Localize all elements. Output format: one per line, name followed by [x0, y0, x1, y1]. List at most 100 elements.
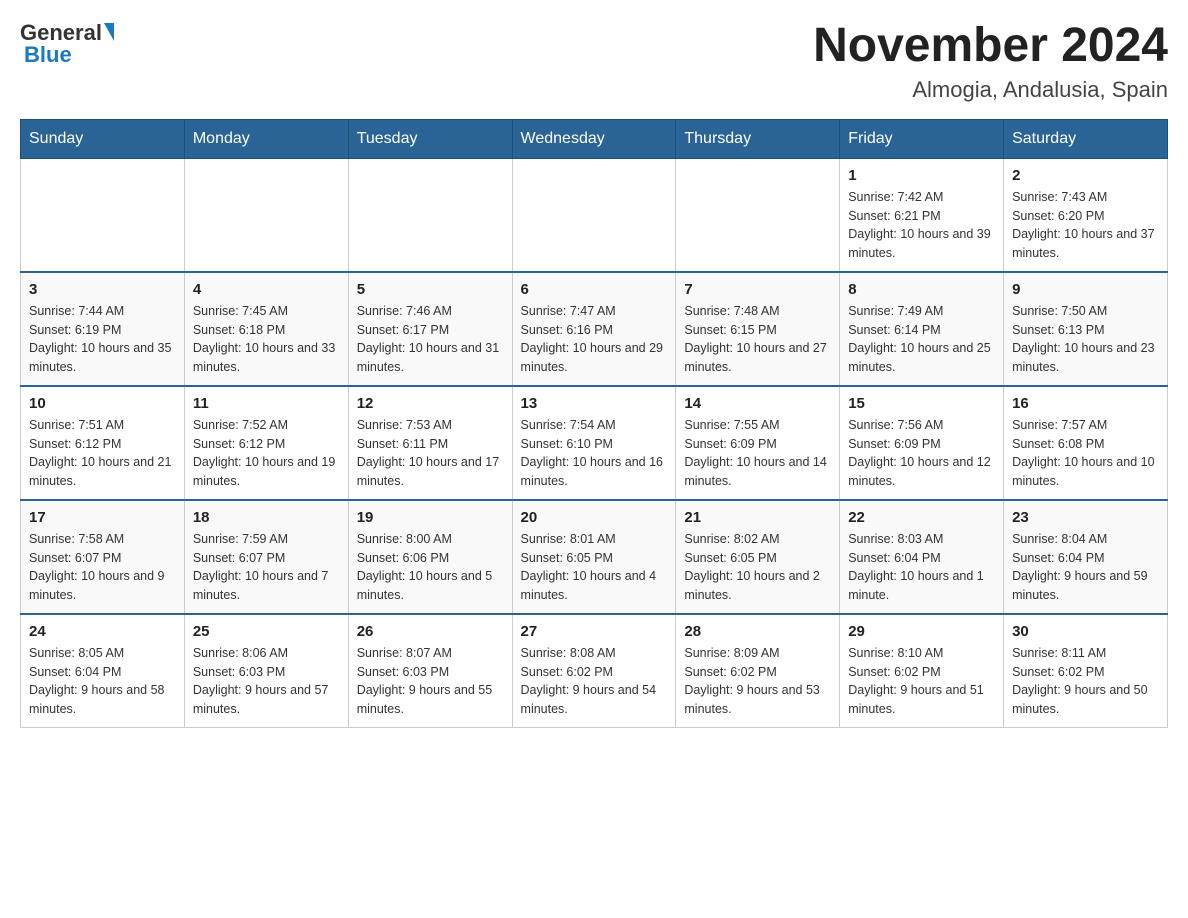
- calendar-cell: 26 Sunrise: 8:07 AMSunset: 6:03 PMDayligh…: [348, 614, 512, 728]
- calendar-cell: 4Sunrise: 7:45 AMSunset: 6:18 PMDaylight…: [184, 272, 348, 386]
- day-number: 12: [357, 395, 504, 412]
- day-number: 10: [29, 395, 176, 412]
- day-info: Sunrise: 8:11 AMSunset: 6:02 PMDaylight:…: [1012, 644, 1159, 719]
- day-info: Sunrise: 7:45 AMSunset: 6:18 PMDaylight:…: [193, 302, 340, 377]
- calendar-cell: 15 Sunrise: 7:56 AMSunset: 6:09 PMDayligh…: [840, 386, 1004, 500]
- day-info: Sunrise: 7:53 AMSunset: 6:11 PMDaylight:…: [357, 416, 504, 491]
- calendar-cell: [676, 158, 840, 272]
- day-number: 13: [521, 395, 668, 412]
- day-info: Sunrise: 7:54 AMSunset: 6:10 PMDaylight:…: [521, 416, 668, 491]
- day-info: Sunrise: 8:04 AMSunset: 6:04 PMDaylight:…: [1012, 530, 1159, 605]
- calendar-cell: 8 Sunrise: 7:49 AMSunset: 6:14 PMDaylight…: [840, 272, 1004, 386]
- day-number: 17: [29, 509, 176, 526]
- day-number: 7: [684, 281, 831, 298]
- day-number: 3: [29, 281, 176, 298]
- day-number: 20: [521, 509, 668, 526]
- day-info: Sunrise: 7:52 AMSunset: 6:12 PMDaylight:…: [193, 416, 340, 491]
- calendar-cell: 1Sunrise: 7:42 AMSunset: 6:21 PMDaylight…: [840, 158, 1004, 272]
- day-info: Sunrise: 7:46 AMSunset: 6:17 PMDaylight:…: [357, 302, 504, 377]
- location: Almogia, Andalusia, Spain: [813, 77, 1168, 103]
- calendar-cell: 11 Sunrise: 7:52 AMSunset: 6:12 PMDayligh…: [184, 386, 348, 500]
- day-number: 28: [684, 623, 831, 640]
- day-number: 23: [1012, 509, 1159, 526]
- day-info: Sunrise: 8:00 AMSunset: 6:06 PMDaylight:…: [357, 530, 504, 605]
- calendar-cell: 10 Sunrise: 7:51 AMSunset: 6:12 PMDayligh…: [21, 386, 185, 500]
- calendar-cell: 22 Sunrise: 8:03 AMSunset: 6:04 PMDayligh…: [840, 500, 1004, 614]
- day-info: Sunrise: 8:07 AMSunset: 6:03 PMDaylight:…: [357, 644, 504, 719]
- day-number: 11: [193, 395, 340, 412]
- column-header-wednesday: Wednesday: [512, 119, 676, 158]
- day-number: 6: [521, 281, 668, 298]
- day-number: 21: [684, 509, 831, 526]
- page-header: General Blue November 2024 Almogia, Anda…: [20, 20, 1168, 103]
- calendar-cell: 30 Sunrise: 8:11 AMSunset: 6:02 PMDayligh…: [1004, 614, 1168, 728]
- calendar-cell: 13 Sunrise: 7:54 AMSunset: 6:10 PMDayligh…: [512, 386, 676, 500]
- day-number: 25: [193, 623, 340, 640]
- calendar-cell: 12 Sunrise: 7:53 AMSunset: 6:11 PMDayligh…: [348, 386, 512, 500]
- day-info: Sunrise: 7:49 AMSunset: 6:14 PMDaylight:…: [848, 302, 995, 377]
- day-info: Sunrise: 7:56 AMSunset: 6:09 PMDaylight:…: [848, 416, 995, 491]
- day-number: 15: [848, 395, 995, 412]
- day-number: 1: [848, 167, 995, 184]
- calendar-week-row: 17 Sunrise: 7:58 AMSunset: 6:07 PMDayligh…: [21, 500, 1168, 614]
- day-number: 14: [684, 395, 831, 412]
- day-info: Sunrise: 8:05 AMSunset: 6:04 PMDaylight:…: [29, 644, 176, 719]
- calendar-cell: 29 Sunrise: 8:10 AMSunset: 6:02 PMDayligh…: [840, 614, 1004, 728]
- day-number: 18: [193, 509, 340, 526]
- calendar-cell: 21 Sunrise: 8:02 AMSunset: 6:05 PMDayligh…: [676, 500, 840, 614]
- day-info: Sunrise: 7:55 AMSunset: 6:09 PMDaylight:…: [684, 416, 831, 491]
- title-section: November 2024 Almogia, Andalusia, Spain: [813, 20, 1168, 103]
- day-number: 22: [848, 509, 995, 526]
- column-header-monday: Monday: [184, 119, 348, 158]
- day-number: 29: [848, 623, 995, 640]
- calendar-cell: 18Sunrise: 7:59 AMSunset: 6:07 PMDayligh…: [184, 500, 348, 614]
- day-info: Sunrise: 8:03 AMSunset: 6:04 PMDaylight:…: [848, 530, 995, 605]
- column-header-saturday: Saturday: [1004, 119, 1168, 158]
- calendar-header-row: SundayMondayTuesdayWednesdayThursdayFrid…: [21, 119, 1168, 158]
- calendar-cell: [348, 158, 512, 272]
- calendar-cell: [512, 158, 676, 272]
- column-header-friday: Friday: [840, 119, 1004, 158]
- column-header-thursday: Thursday: [676, 119, 840, 158]
- day-info: Sunrise: 7:50 AMSunset: 6:13 PMDaylight:…: [1012, 302, 1159, 377]
- logo-blue: Blue: [24, 42, 72, 68]
- calendar-cell: 9Sunrise: 7:50 AMSunset: 6:13 PMDaylight…: [1004, 272, 1168, 386]
- calendar-cell: 5 Sunrise: 7:46 AMSunset: 6:17 PMDaylight…: [348, 272, 512, 386]
- day-number: 2: [1012, 167, 1159, 184]
- day-number: 16: [1012, 395, 1159, 412]
- day-number: 26: [357, 623, 504, 640]
- day-number: 19: [357, 509, 504, 526]
- calendar-cell: 14 Sunrise: 7:55 AMSunset: 6:09 PMDayligh…: [676, 386, 840, 500]
- column-header-sunday: Sunday: [21, 119, 185, 158]
- calendar-cell: [21, 158, 185, 272]
- day-info: Sunrise: 7:51 AMSunset: 6:12 PMDaylight:…: [29, 416, 176, 491]
- day-info: Sunrise: 7:48 AMSunset: 6:15 PMDaylight:…: [684, 302, 831, 377]
- calendar-cell: 23 Sunrise: 8:04 AMSunset: 6:04 PMDayligh…: [1004, 500, 1168, 614]
- day-info: Sunrise: 7:43 AMSunset: 6:20 PMDaylight:…: [1012, 188, 1159, 263]
- day-number: 24: [29, 623, 176, 640]
- calendar-table: SundayMondayTuesdayWednesdayThursdayFrid…: [20, 119, 1168, 728]
- calendar-cell: 3 Sunrise: 7:44 AMSunset: 6:19 PMDaylight…: [21, 272, 185, 386]
- calendar-cell: 27Sunrise: 8:08 AMSunset: 6:02 PMDayligh…: [512, 614, 676, 728]
- calendar-week-row: 3 Sunrise: 7:44 AMSunset: 6:19 PMDaylight…: [21, 272, 1168, 386]
- calendar-cell: 16 Sunrise: 7:57 AMSunset: 6:08 PMDayligh…: [1004, 386, 1168, 500]
- day-info: Sunrise: 7:57 AMSunset: 6:08 PMDaylight:…: [1012, 416, 1159, 491]
- day-info: Sunrise: 7:58 AMSunset: 6:07 PMDaylight:…: [29, 530, 176, 605]
- day-number: 27: [521, 623, 668, 640]
- day-info: Sunrise: 8:10 AMSunset: 6:02 PMDaylight:…: [848, 644, 995, 719]
- day-number: 8: [848, 281, 995, 298]
- calendar-cell: 2 Sunrise: 7:43 AMSunset: 6:20 PMDaylight…: [1004, 158, 1168, 272]
- month-title: November 2024: [813, 20, 1168, 73]
- calendar-cell: 7 Sunrise: 7:48 AMSunset: 6:15 PMDaylight…: [676, 272, 840, 386]
- column-header-tuesday: Tuesday: [348, 119, 512, 158]
- logo-triangle-icon: [104, 23, 114, 41]
- calendar-cell: 19 Sunrise: 8:00 AMSunset: 6:06 PMDayligh…: [348, 500, 512, 614]
- calendar-week-row: 24 Sunrise: 8:05 AMSunset: 6:04 PMDayligh…: [21, 614, 1168, 728]
- day-number: 5: [357, 281, 504, 298]
- day-info: Sunrise: 8:01 AMSunset: 6:05 PMDaylight:…: [521, 530, 668, 605]
- day-info: Sunrise: 8:06 AMSunset: 6:03 PMDaylight:…: [193, 644, 340, 719]
- day-info: Sunrise: 7:44 AMSunset: 6:19 PMDaylight:…: [29, 302, 176, 377]
- day-number: 30: [1012, 623, 1159, 640]
- calendar-cell: [184, 158, 348, 272]
- day-info: Sunrise: 8:02 AMSunset: 6:05 PMDaylight:…: [684, 530, 831, 605]
